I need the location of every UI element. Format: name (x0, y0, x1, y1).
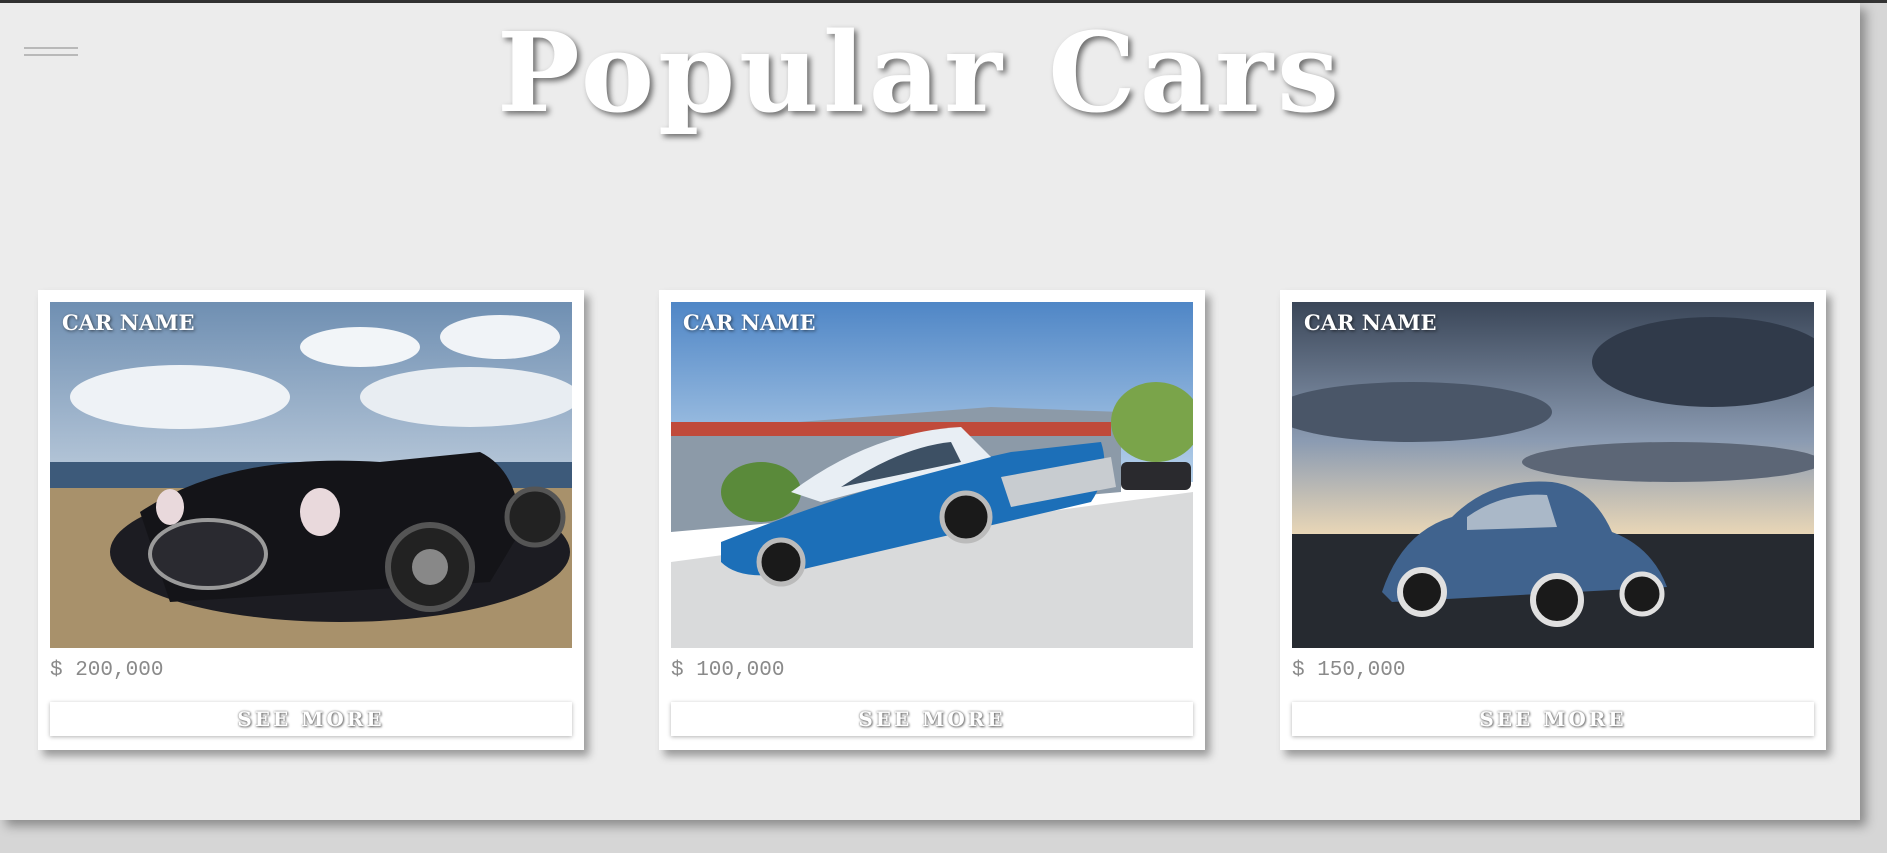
sedan-photo (671, 302, 1193, 648)
see-more-button[interactable]: SEE MORE (1292, 702, 1814, 736)
car-name: CAR NAME (62, 310, 195, 335)
car-card: CAR NAME $ 150,000 SEE MORE (1280, 290, 1826, 750)
car-card: CAR NAME $ 100,000 SEE MORE (659, 290, 1205, 750)
car-price: $ 150,000 (1292, 659, 1406, 682)
car-image[interactable]: CAR NAME (50, 302, 572, 648)
car-price: $ 100,000 (671, 659, 785, 682)
car-image[interactable]: CAR NAME (1292, 302, 1814, 648)
page-container: Popular Cars CAR NAME $ 200,000 SEE MORE… (0, 3, 1860, 820)
beetle-photo (1292, 302, 1814, 648)
car-card: CAR NAME $ 200,000 SEE MORE (38, 290, 584, 750)
car-image[interactable]: CAR NAME (671, 302, 1193, 648)
car-name: CAR NAME (683, 310, 816, 335)
see-more-button[interactable]: SEE MORE (50, 702, 572, 736)
car-name: CAR NAME (1304, 310, 1437, 335)
car-cards-grid: CAR NAME $ 200,000 SEE MORE CAR NAME $ 1… (38, 290, 1828, 750)
page-title: Popular Cars (496, 8, 1344, 137)
roadster-photo (50, 302, 572, 648)
car-price: $ 200,000 (50, 659, 164, 682)
see-more-button[interactable]: SEE MORE (671, 702, 1193, 736)
